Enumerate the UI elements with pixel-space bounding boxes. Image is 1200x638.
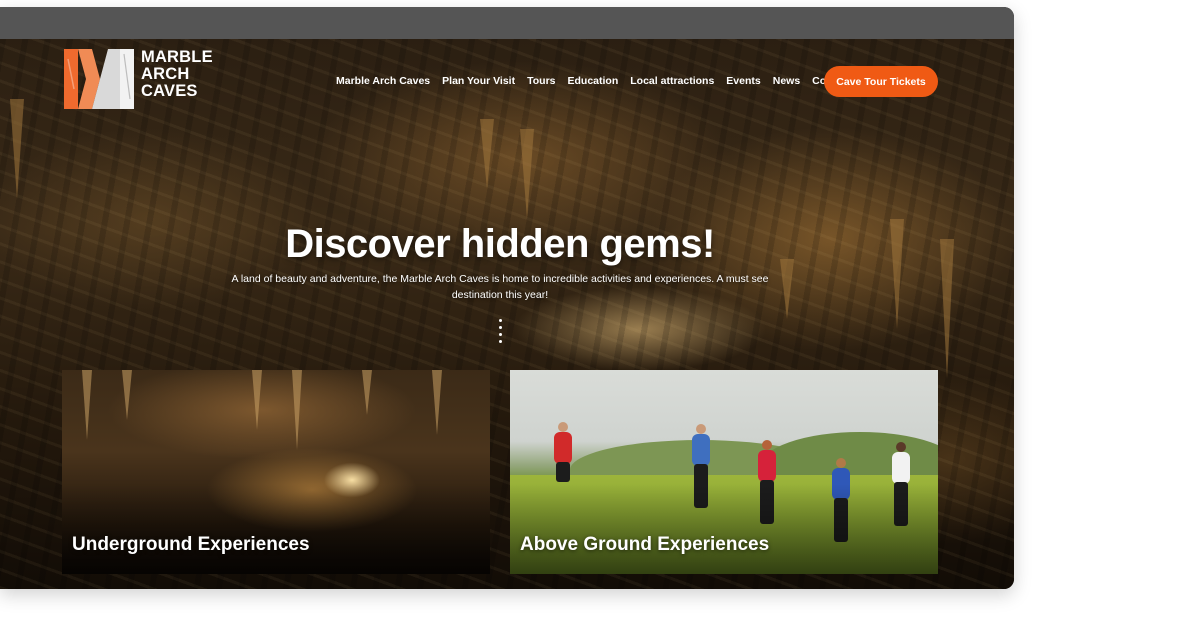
hiker-jacket (692, 434, 710, 466)
dot (498, 340, 502, 343)
hiker-head (696, 424, 706, 434)
card-shade (510, 484, 938, 574)
hiker-jacket (758, 450, 776, 482)
underground-experiences-card[interactable]: Underground Experiences (62, 370, 490, 574)
browser-toolbar (0, 7, 1014, 39)
logo-line-3: CAVES (141, 82, 198, 100)
page-viewport: MARBLE ARCH CAVES Marble Arch Caves Plan… (0, 39, 1014, 589)
vertical-dots-icon[interactable] (497, 319, 503, 347)
dot (498, 319, 502, 322)
stalactite-decoration (362, 370, 372, 415)
hiker-head (558, 422, 568, 432)
dot (498, 333, 502, 336)
logo-line-2: ARCH (141, 65, 190, 83)
nav-item-news[interactable]: News (773, 75, 800, 87)
stalactite-decoration (520, 129, 534, 219)
nav-item-local-attractions[interactable]: Local attractions (630, 75, 714, 87)
hiker-legs (556, 462, 570, 482)
hiker-head (896, 442, 906, 452)
hiker-jacket (892, 452, 910, 484)
card-label: Above Ground Experiences (520, 534, 770, 555)
nav-item-marble-arch-caves[interactable]: Marble Arch Caves (336, 75, 430, 87)
card-shade (62, 484, 490, 574)
hero-title: Discover hidden gems! (285, 222, 715, 266)
main-navigation: Marble Arch Caves Plan Your Visit Tours … (336, 75, 851, 87)
stalactite-decoration (292, 370, 302, 450)
browser-window: MARBLE ARCH CAVES Marble Arch Caves Plan… (0, 7, 1014, 589)
hiker-head (836, 458, 846, 468)
hero-subtitle: A land of beauty and adventure, the Marb… (231, 273, 769, 301)
stalactite-decoration (122, 370, 132, 420)
site-logo[interactable]: MARBLE ARCH CAVES (64, 49, 213, 109)
logo-wordmark: MARBLE ARCH CAVES (141, 49, 213, 100)
logo-mark-icon (64, 49, 134, 109)
cave-tour-tickets-button[interactable]: Cave Tour Tickets (824, 66, 938, 97)
stalactite-decoration (480, 119, 494, 189)
above-ground-experiences-card[interactable]: Above Ground Experiences (510, 370, 938, 574)
stalactite-decoration (252, 370, 262, 430)
stalactite-decoration (82, 370, 92, 440)
stalactite-decoration (780, 259, 794, 319)
nav-item-events[interactable]: Events (726, 75, 760, 87)
dot (498, 326, 502, 329)
hiker-head (762, 440, 772, 450)
nav-item-education[interactable]: Education (568, 75, 619, 87)
nav-item-plan-your-visit[interactable]: Plan Your Visit (442, 75, 515, 87)
stalactite-decoration (432, 370, 442, 435)
hiker-jacket (554, 432, 572, 464)
card-label: Underground Experiences (72, 534, 310, 555)
nav-item-tours[interactable]: Tours (527, 75, 555, 87)
logo-line-1: MARBLE (141, 48, 213, 66)
stalactite-decoration (10, 99, 24, 199)
